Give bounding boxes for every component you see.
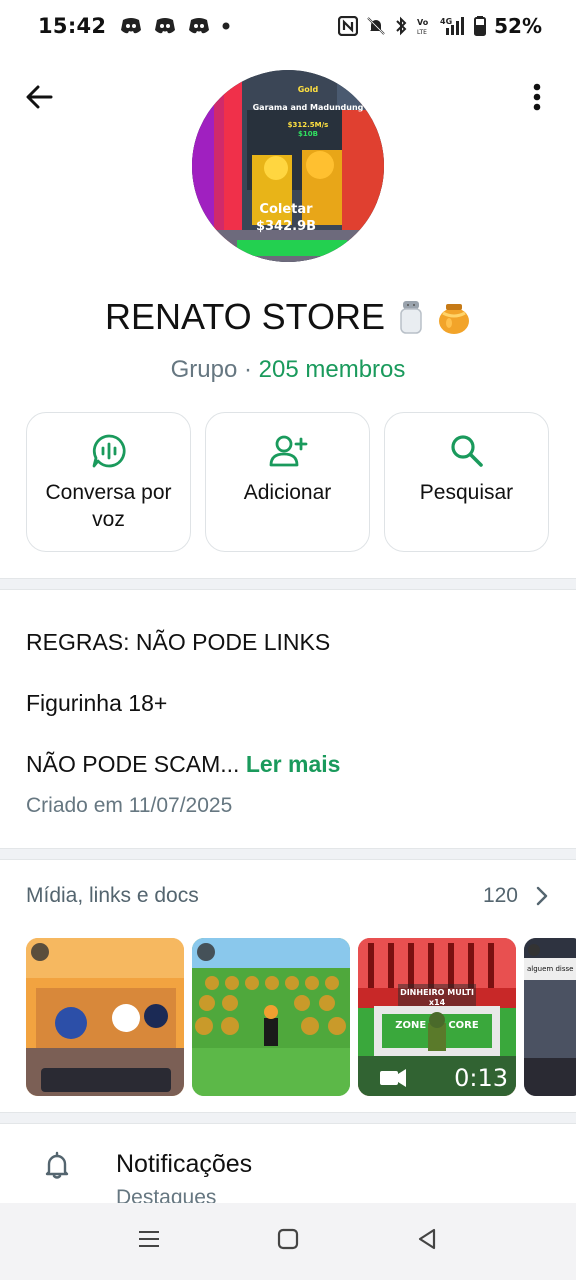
- search-label: Pesquisar: [419, 481, 514, 504]
- back-navigation-button[interactable]: [416, 1228, 438, 1255]
- add-member-label: Adicionar: [243, 481, 332, 504]
- media-thumbnail[interactable]: [192, 938, 350, 1096]
- video-duration: 0:13: [454, 1064, 508, 1092]
- svg-text:Vo: Vo: [417, 18, 429, 27]
- system-navigation-bar: [0, 1203, 576, 1280]
- discord-notification-icon: [121, 18, 142, 34]
- back-triangle-icon: [418, 1228, 435, 1250]
- avatar-subtitle: Garama and Madundung: [253, 103, 364, 112]
- section-divider: [0, 578, 576, 590]
- description-line: Figurinha 18+: [26, 690, 168, 716]
- video-multiplier-text: x14: [429, 998, 446, 1007]
- discord-notification-icon: [189, 18, 210, 34]
- section-divider: [0, 1112, 576, 1124]
- group-name: RENATO STORE: [0, 296, 576, 338]
- read-more-link[interactable]: Ler mais: [246, 751, 341, 777]
- notifications-title: Notificações: [116, 1150, 253, 1178]
- recent-apps-button[interactable]: [138, 1230, 160, 1253]
- more-options-button[interactable]: [518, 78, 556, 116]
- thumb-caption: alguem disse la: [527, 965, 576, 973]
- action-buttons: Conversa por voz Adicionar Pesquisar: [26, 412, 550, 552]
- add-person-icon: [269, 435, 307, 467]
- arrow-left-icon: [26, 85, 53, 109]
- search-button[interactable]: Pesquisar: [384, 412, 549, 552]
- back-button[interactable]: [20, 78, 58, 116]
- status-notification-icons: [120, 17, 230, 35]
- home-square-icon: [277, 1228, 299, 1250]
- group-avatar[interactable]: Gold Garama and Madundung $312.5M/s $10B…: [192, 70, 384, 262]
- members-count-link[interactable]: 205 membros: [259, 356, 406, 383]
- game-screenshot-image: [26, 938, 184, 1096]
- avatar-collect-value: $342.9B: [256, 219, 316, 234]
- avatar-image: Gold Garama and Madundung $312.5M/s $10B…: [192, 70, 384, 262]
- media-thumbnail[interactable]: [26, 938, 184, 1096]
- discord-notification-icon: [155, 18, 176, 34]
- battery-icon: [474, 16, 487, 36]
- media-thumbnail[interactable]: alguem disse la: [524, 938, 576, 1096]
- media-count: 120: [482, 884, 518, 907]
- group-name-text: RENATO STORE: [104, 296, 386, 337]
- media-thumbnails-row: DINHEIRO MULTI x14 ZONE DE CORE 0:13 alg…: [26, 938, 576, 1098]
- chevron-right-icon: [536, 886, 548, 906]
- honey-pot-emoji-icon: [439, 304, 470, 334]
- bell-icon: [45, 1151, 69, 1179]
- game-screenshot-image: alguem disse la: [524, 938, 576, 1096]
- section-divider: [0, 848, 576, 860]
- avatar-collect-label: Coletar: [259, 202, 313, 217]
- status-time: 15:42: [38, 14, 107, 38]
- avatar-cost: $10B: [298, 130, 318, 138]
- description-line: NÃO PODE SCAM...: [26, 751, 240, 777]
- media-video-thumbnail[interactable]: DINHEIRO MULTI x14 ZONE DE CORE 0:13: [358, 938, 516, 1096]
- bluetooth-icon: [396, 16, 407, 36]
- group-subtitle: Grupo · 205 membros: [0, 356, 576, 384]
- add-member-button[interactable]: Adicionar: [205, 412, 370, 552]
- group-type-label: Grupo: [170, 356, 238, 383]
- more-vertical-icon: [533, 83, 541, 111]
- svg-text:4G: 4G: [440, 17, 452, 26]
- voice-chat-icon: [92, 434, 126, 468]
- signal-4g-icon: 4G: [440, 17, 465, 35]
- salt-shaker-emoji-icon: [400, 301, 422, 334]
- nfc-icon: [338, 16, 359, 36]
- group-description[interactable]: REGRAS: NÃO PODE LINKS Figurinha 18+ NÃO…: [26, 622, 556, 805]
- description-line: REGRAS: NÃO PODE LINKS: [26, 629, 331, 655]
- group-subtitle-separator: ·: [243, 356, 252, 383]
- created-date: Criado em 11/07/2025: [26, 794, 233, 817]
- more-notifications-dot-icon: [222, 22, 230, 30]
- voice-chat-button[interactable]: Conversa por voz: [26, 412, 191, 552]
- svg-text:LTE: LTE: [417, 29, 427, 36]
- media-title: Mídia, links e docs: [26, 884, 199, 907]
- avatar-rate: $312.5M/s: [288, 121, 329, 129]
- search-icon: [450, 435, 483, 467]
- avatar-top-text: Gold: [298, 85, 319, 94]
- game-screenshot-image: [192, 938, 350, 1096]
- voice-chat-label: Conversa por voz: [45, 481, 172, 531]
- home-button[interactable]: [277, 1228, 299, 1255]
- battery-percent: 52%: [494, 14, 542, 38]
- status-bar: 15:42 Vo LTE 4G 52%: [0, 0, 576, 52]
- media-links-docs-header[interactable]: Mídia, links e docs 120: [26, 884, 548, 908]
- silent-bell-icon: [367, 17, 385, 35]
- notifications-row[interactable]: Notificações Destaques: [0, 1128, 576, 1209]
- video-banner-text: DINHEIRO MULTI: [400, 988, 474, 997]
- menu-lines-icon: [139, 1231, 160, 1247]
- volte-icon: Vo LTE: [417, 18, 429, 36]
- status-system-icons: Vo LTE 4G 52%: [338, 14, 542, 38]
